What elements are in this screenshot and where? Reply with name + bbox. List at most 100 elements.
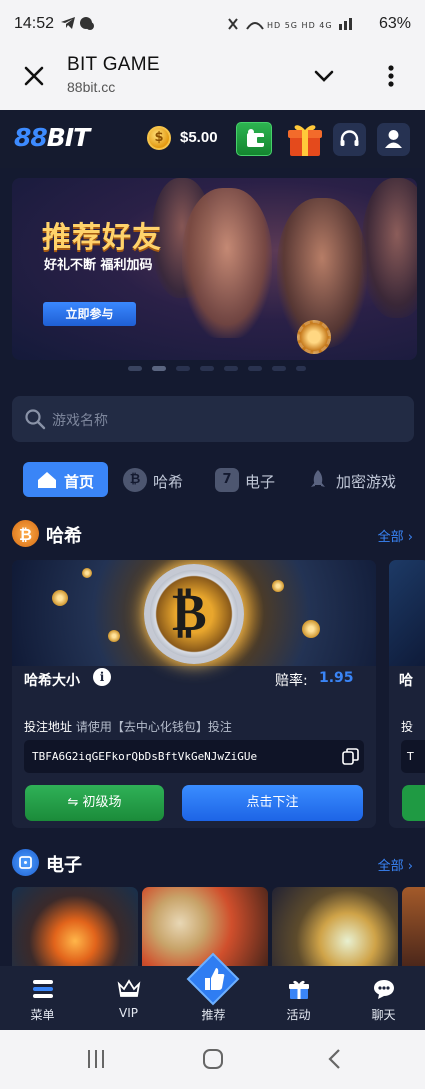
tab-electronic-label: 电子 xyxy=(245,473,276,491)
carousel-dot[interactable] xyxy=(296,366,306,371)
copy-icon[interactable] xyxy=(342,748,359,765)
game-thumbnail[interactable] xyxy=(12,887,138,977)
bet-address-label: 投注地址 请使用【去中心化钱包】投注 xyxy=(24,720,232,734)
carousel-dot[interactable] xyxy=(200,366,214,371)
bet-address: TBFA6G2iqGEFkorQbDsBftVkGeNJwZiGUe xyxy=(32,750,258,763)
tab-home[interactable]: 首页 xyxy=(23,462,108,497)
join-now-button[interactable]: 立即参与 xyxy=(43,302,136,326)
bottom-nav: 菜单 VIP 推荐 活动 聊天 xyxy=(0,952,425,1030)
view-all-link[interactable]: 全部 › xyxy=(378,855,413,874)
nav-menu-label: 菜单 xyxy=(30,1008,55,1022)
nav-chat-label: 聊天 xyxy=(371,1008,396,1022)
level-select-button[interactable]: ⇋ 初级场 xyxy=(25,785,164,821)
svg-text:HD 5G HD 4G: HD 5G HD 4G xyxy=(267,21,333,30)
game-thumbnail[interactable] xyxy=(402,887,425,977)
tab-crypto-games[interactable]: 加密游戏 xyxy=(306,462,416,497)
wallet-icon xyxy=(247,129,265,147)
nav-menu[interactable]: 菜单 xyxy=(0,966,85,1030)
gift-icon xyxy=(289,980,309,999)
close-icon[interactable] xyxy=(20,62,48,90)
dice-icon xyxy=(12,849,39,876)
hash-game-card-peek[interactable]: 哈 投 T xyxy=(389,560,425,828)
headset-icon xyxy=(340,130,359,146)
user-icon xyxy=(385,130,402,148)
thumbs-up-icon xyxy=(186,952,240,1006)
more-vert-icon[interactable] xyxy=(380,62,402,90)
peek-card-title: 哈 xyxy=(399,673,413,689)
logo[interactable]: 88BIT xyxy=(14,123,90,152)
profile-button[interactable] xyxy=(377,123,410,156)
svg-text:₿: ₿ xyxy=(19,525,32,544)
chevron-down-icon[interactable] xyxy=(312,64,336,88)
search-input[interactable]: 游戏名称 xyxy=(12,396,414,442)
banner-title: 推荐好友 xyxy=(42,220,163,254)
nav-activity-label: 活动 xyxy=(286,1008,311,1022)
banner-subtitle: 好礼不断 福利加码 xyxy=(44,258,153,273)
carousel-dot[interactable] xyxy=(128,366,142,371)
bitcoin-icon: ₿ xyxy=(12,520,39,547)
tab-crypto-games-label: 加密游戏 xyxy=(336,473,397,491)
app-root: 88BIT $ $5.00 推荐好友 好礼不断 福利加码 立即参与 游戏名称 首… xyxy=(0,110,425,1030)
nav-vip[interactable]: VIP xyxy=(86,966,171,1030)
status-time: 14:52 xyxy=(14,15,55,32)
bet-address-field[interactable]: TBFA6G2iqGEFkorQbDsBftVkGeNJwZiGUe xyxy=(24,740,364,773)
nav-recommend[interactable]: 推荐 xyxy=(186,952,240,1022)
support-button[interactable] xyxy=(333,123,366,156)
coin-icon: $ xyxy=(147,126,171,150)
seven-icon: 7 xyxy=(215,468,239,492)
tab-hash-label: 哈希 xyxy=(153,473,184,491)
carousel-dot[interactable] xyxy=(248,366,262,371)
rocket-icon xyxy=(311,470,325,487)
hash-game-card: ₿ 哈希大小 i 赔率: 1.95 投注地址 请使用【去中心化钱包】投注 TBF… xyxy=(12,560,376,828)
nav-vip-label: VIP xyxy=(119,1006,138,1020)
browser-title: BIT GAME xyxy=(67,54,160,75)
game-thumbnail[interactable] xyxy=(272,887,398,977)
home-icon xyxy=(38,472,56,488)
crown-icon xyxy=(117,979,141,997)
chat-icon xyxy=(374,980,394,999)
casino-chip-graphic xyxy=(297,320,331,354)
nav-recommend-label: 推荐 xyxy=(201,1008,226,1022)
app-header: 88BIT $ $5.00 xyxy=(0,110,425,168)
carousel-dot-active[interactable] xyxy=(152,366,166,371)
telegram-icon xyxy=(61,17,94,30)
back-icon[interactable] xyxy=(324,1048,346,1070)
section-title: 哈希 xyxy=(46,526,82,547)
odds-value: 1.95 xyxy=(319,670,354,686)
bitcoin-icon: ₿ xyxy=(123,468,147,492)
carousel-dot[interactable] xyxy=(224,366,238,371)
status-bar: 14:52 HD 5G HD 4G 63% xyxy=(0,0,425,50)
notification-icons xyxy=(60,15,96,35)
peek-card-label: 投 xyxy=(401,720,414,734)
browser-bar: BIT GAME 88bit.cc xyxy=(0,50,425,110)
odds-label: 赔率: xyxy=(275,673,308,689)
balance: $5.00 xyxy=(180,129,218,146)
info-icon[interactable]: i xyxy=(93,668,111,686)
tab-electronic[interactable]: 7 电子 xyxy=(215,462,285,497)
electronic-section-header: 电子 全部 › xyxy=(0,847,425,879)
peek-card-button[interactable] xyxy=(402,785,425,821)
peek-card-address: T xyxy=(401,740,425,773)
gift-icon[interactable] xyxy=(285,119,325,159)
carousel-dot[interactable] xyxy=(176,366,190,371)
system-nav-bar xyxy=(0,1030,425,1089)
promo-banner[interactable]: 推荐好友 好礼不断 福利加码 立即参与 xyxy=(12,178,417,360)
bitcoin-game-image[interactable]: ₿ xyxy=(12,560,376,666)
section-title: 电子 xyxy=(46,855,82,876)
recent-apps-icon[interactable] xyxy=(85,1048,107,1070)
browser-url: 88bit.cc xyxy=(67,79,116,95)
nav-activity[interactable]: 活动 xyxy=(256,966,341,1030)
menu-icon xyxy=(33,980,53,998)
category-tabs: 首页 ₿ 哈希 7 电子 加密游戏 xyxy=(0,460,425,500)
home-button-icon[interactable] xyxy=(202,1048,224,1070)
wallet-button[interactable] xyxy=(236,122,272,156)
nav-chat[interactable]: 聊天 xyxy=(341,966,425,1030)
place-bet-button[interactable]: 点击下注 xyxy=(182,785,363,821)
carousel-dots xyxy=(128,366,308,372)
view-all-link[interactable]: 全部 › xyxy=(378,526,413,545)
search-placeholder: 游戏名称 xyxy=(52,413,108,429)
search-icon xyxy=(25,409,46,430)
carousel-dot[interactable] xyxy=(272,366,286,371)
tab-hash[interactable]: ₿ 哈希 xyxy=(123,462,193,497)
game-name: 哈希大小 xyxy=(24,673,80,689)
